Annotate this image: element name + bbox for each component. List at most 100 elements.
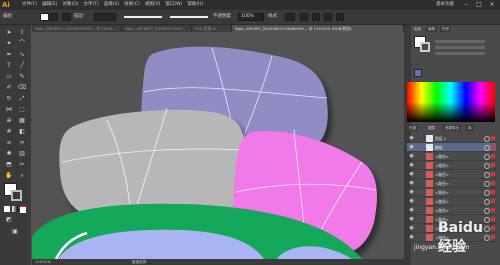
recolor-icon[interactable] — [300, 13, 308, 21]
layer-row[interactable]: ◉ 图层 1 — [407, 134, 496, 143]
lasso-tool-icon[interactable]: ⌒ — [16, 39, 28, 49]
layer-row[interactable]: ◉ <路径> — [407, 188, 496, 197]
screen-mode-icon[interactable]: ▣ — [9, 227, 21, 237]
draw-normal-icon[interactable]: ◩ — [3, 215, 15, 225]
menu-help[interactable]: 帮助(H) — [187, 0, 203, 10]
menu-effect[interactable]: 效果(C) — [124, 0, 140, 10]
menu-select[interactable]: 选择(S) — [104, 0, 119, 10]
tab-brushes[interactable]: 画笔 — [426, 26, 437, 32]
magic-wand-tool-icon[interactable]: ✦ — [3, 39, 15, 49]
rectangle-tool-icon[interactable]: ▭ — [3, 72, 15, 82]
none-mode-icon[interactable] — [20, 206, 26, 213]
opacity-field[interactable]: 100% — [238, 13, 264, 21]
symbol-sprayer-tool-icon[interactable]: ✺ — [3, 149, 15, 159]
transform-icon[interactable] — [324, 13, 332, 21]
zoom-tool-icon[interactable]: ⌕ — [16, 171, 28, 181]
align-icon[interactable] — [312, 13, 320, 21]
line-tool-icon[interactable]: ╱ — [16, 61, 28, 71]
shaper-tool-icon[interactable]: ✐ — [3, 83, 15, 93]
eye-icon[interactable]: ◉ — [408, 162, 415, 169]
type-tool-icon[interactable]: T — [3, 61, 15, 71]
swatch-slider-row[interactable] — [435, 46, 485, 49]
eye-icon[interactable]: ◉ — [408, 144, 415, 151]
artboard-canvas[interactable] — [32, 32, 404, 259]
direct-selection-tool-icon[interactable]: ⇧ — [16, 28, 28, 38]
stroke-color-box[interactable] — [11, 190, 22, 201]
paintbrush-tool-icon[interactable]: ✎ — [16, 72, 28, 82]
slice-tool-icon[interactable]: ✂ — [16, 160, 28, 170]
selection-indicator[interactable] — [491, 154, 495, 158]
selection-indicator[interactable] — [491, 190, 495, 194]
panel-stroke-swatch[interactable] — [420, 42, 430, 52]
selection-indicator[interactable] — [491, 136, 495, 140]
selection-indicator[interactable] — [491, 163, 495, 167]
eye-icon[interactable]: ◉ — [408, 189, 415, 196]
menu-view[interactable]: 视图(V) — [145, 0, 161, 10]
color-spectrum[interactable] — [407, 82, 495, 122]
target-icon[interactable] — [484, 145, 490, 151]
color-mode-icon[interactable] — [4, 206, 10, 212]
menu-edit[interactable]: 编辑(E) — [42, 0, 57, 10]
current-color-chip[interactable] — [414, 69, 422, 77]
target-icon[interactable] — [484, 136, 490, 142]
artboard-tool-icon[interactable]: ⬒ — [3, 160, 15, 170]
selection-indicator[interactable] — [491, 172, 495, 176]
selection-indicator[interactable] — [491, 181, 495, 185]
tab-document-2[interactable]: Nipic_2678507_20180515203... — [122, 25, 192, 32]
rotate-tool-icon[interactable]: ↻ — [3, 94, 15, 104]
pen-tool-icon[interactable]: ✒ — [3, 50, 15, 60]
mesh-tool-icon[interactable]: # — [3, 127, 15, 137]
eye-icon[interactable]: ◉ — [408, 171, 415, 178]
minimize-icon[interactable]: – — [460, 1, 472, 9]
layer-row[interactable]: ◉ <路径> — [407, 170, 496, 179]
eye-icon[interactable]: ◉ — [408, 153, 415, 160]
eye-icon[interactable]: ◉ — [408, 135, 415, 142]
curvature-tool-icon[interactable]: ∿ — [16, 50, 28, 60]
tab-layers[interactable]: 图层 — [426, 125, 437, 131]
swatch-slider-row[interactable] — [435, 52, 485, 55]
gradient-mode-icon[interactable] — [12, 206, 18, 212]
tab-appearance[interactable]: 外观 — [407, 125, 418, 131]
selection-tool-icon[interactable]: ➤ — [3, 28, 15, 38]
fill-swatch[interactable] — [40, 13, 49, 21]
stroke-profile-preview[interactable] — [124, 16, 162, 18]
tab-document-active[interactable]: Nipic_455997_20150803153480904... @ 119.… — [232, 25, 404, 32]
free-transform-tool-icon[interactable]: ⬚ — [16, 105, 28, 115]
layer-row[interactable]: ◉ 编组 — [407, 143, 496, 152]
width-tool-icon[interactable]: ⋈ — [3, 105, 15, 115]
style-picker[interactable] — [285, 13, 295, 21]
workspace-switcher[interactable]: 基本功能 — [436, 0, 454, 10]
swatch-slider-row[interactable] — [435, 40, 485, 43]
eye-icon[interactable]: ◉ — [408, 198, 415, 205]
layer-row[interactable]: ◉ <路径> — [407, 197, 496, 206]
target-icon[interactable] — [484, 163, 490, 169]
layer-row[interactable]: ◉ <路径> — [407, 179, 496, 188]
stroke-weight-field[interactable] — [94, 13, 116, 21]
selection-indicator[interactable] — [491, 199, 495, 203]
tab-asset-export[interactable]: 资源导出 — [443, 125, 461, 131]
menu-object[interactable]: 对象(O) — [62, 0, 78, 10]
eyedropper-tool-icon[interactable]: ⌀ — [3, 138, 15, 148]
menu-file[interactable]: 文件(F) — [22, 0, 37, 10]
layer-row[interactable]: ◉ <路径> — [407, 161, 496, 170]
target-icon[interactable] — [484, 181, 490, 187]
maximize-icon[interactable]: □ — [473, 1, 485, 9]
perspective-grid-tool-icon[interactable]: ▦ — [16, 116, 28, 126]
shape-builder-tool-icon[interactable]: ⊕ — [3, 116, 15, 126]
blend-tool-icon[interactable]: ∞ — [16, 138, 28, 148]
menu-type[interactable]: 文字(T) — [84, 0, 99, 10]
target-icon[interactable] — [484, 190, 490, 196]
gradient-tool-icon[interactable]: ◧ — [16, 127, 28, 137]
layer-row[interactable]: ◉ <路径> — [407, 152, 496, 161]
column-graph-tool-icon[interactable]: ▥ — [16, 149, 28, 159]
fill-dropdown[interactable] — [50, 13, 58, 21]
hand-tool-icon[interactable]: ✋ — [3, 171, 15, 181]
close-icon[interactable]: × — [486, 1, 498, 9]
tab-swatches[interactable]: 色板 — [412, 26, 423, 32]
scale-tool-icon[interactable]: ⤢ — [16, 94, 28, 104]
eye-icon[interactable]: ◉ — [408, 180, 415, 187]
zoom-level[interactable]: 119.52% — [35, 259, 51, 265]
tab-libraries[interactable]: 库 — [466, 125, 474, 131]
tab-symbols[interactable]: 符号 — [440, 26, 451, 32]
eraser-tool-icon[interactable]: ⌫ — [16, 83, 28, 93]
